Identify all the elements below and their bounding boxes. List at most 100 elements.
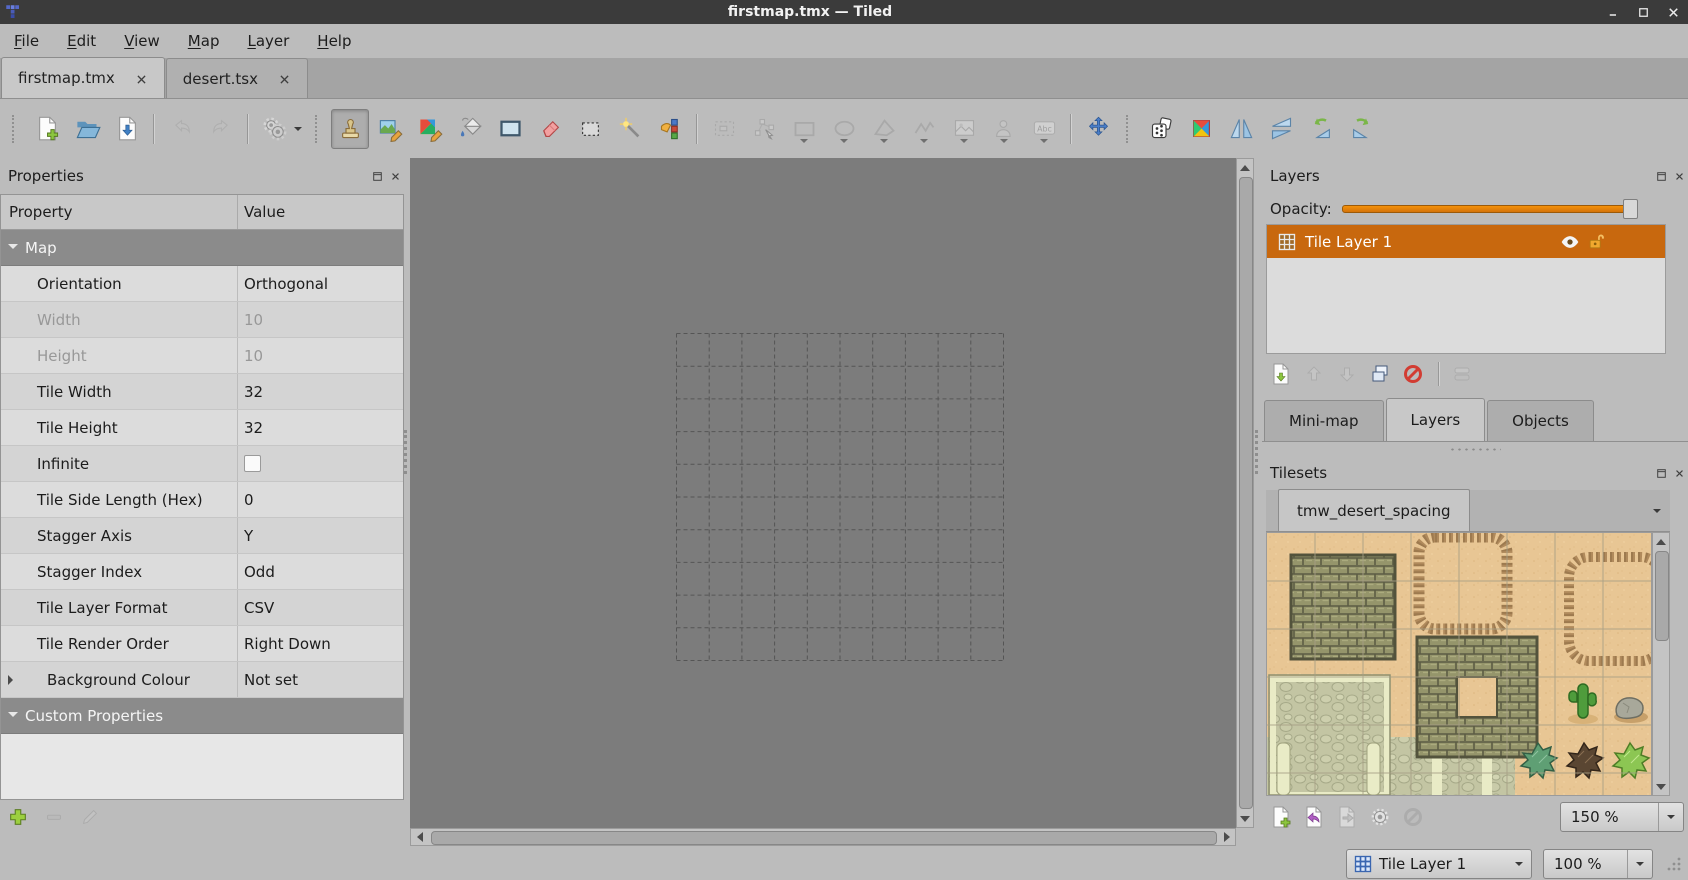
- chevron-down-icon[interactable]: [960, 138, 968, 147]
- embed-tileset-button[interactable]: [1299, 802, 1329, 832]
- layer-lock-icon[interactable]: [1583, 232, 1609, 252]
- property-row-tile-side-length-hex-[interactable]: Tile Side Length (Hex) 0: [1, 482, 403, 518]
- chevron-down-icon[interactable]: [293, 126, 302, 135]
- duplicate-layer-button[interactable]: [1365, 359, 1395, 389]
- chevron-down-icon[interactable]: [840, 138, 848, 147]
- rotate-left-button[interactable]: [1302, 109, 1340, 149]
- insert-tile-button[interactable]: [945, 109, 983, 149]
- tileset-properties-button[interactable]: [1365, 802, 1395, 832]
- toolbar-drag-handle[interactable]: [1126, 114, 1133, 143]
- menu-view[interactable]: View: [110, 24, 174, 58]
- status-zoom-combo[interactable]: 100 %: [1543, 849, 1653, 879]
- menu-map[interactable]: Map: [174, 24, 234, 58]
- magic-wand-button[interactable]: [611, 109, 649, 149]
- close-panel-icon[interactable]: [1670, 167, 1688, 185]
- scroll-up-icon[interactable]: [1653, 533, 1669, 549]
- tileset-vertical-scrollbar[interactable]: [1652, 532, 1670, 796]
- undo-button[interactable]: [162, 109, 200, 149]
- chevron-down-icon[interactable]: [1658, 803, 1683, 831]
- eraser-button[interactable]: [531, 109, 569, 149]
- rectangular-select-button[interactable]: [571, 109, 609, 149]
- select-objects-button[interactable]: [705, 109, 743, 149]
- new-tileset-button[interactable]: [1266, 802, 1296, 832]
- insert-template-button[interactable]: [985, 109, 1023, 149]
- minimize-button[interactable]: [1598, 2, 1628, 22]
- remove-tileset-button[interactable]: [1398, 802, 1428, 832]
- property-row-orientation[interactable]: Orientation Orthogonal: [1, 266, 403, 302]
- property-row-width[interactable]: Width 10: [1, 302, 403, 338]
- tab-close-icon[interactable]: [135, 72, 148, 85]
- chevron-down-icon[interactable]: [920, 138, 928, 147]
- property-row-tile-width[interactable]: Tile Width 32: [1, 374, 403, 410]
- shape-fill-button[interactable]: [491, 109, 529, 149]
- save-file-button[interactable]: [108, 109, 146, 149]
- chevron-down-icon[interactable]: [1040, 138, 1048, 147]
- map-canvas[interactable]: [410, 158, 1236, 828]
- edit-polygons-button[interactable]: [745, 109, 783, 149]
- insert-polygon-button[interactable]: [865, 109, 903, 149]
- dock-splitter-handle[interactable]: [1262, 444, 1688, 454]
- flip-vertical-button[interactable]: [1262, 109, 1300, 149]
- float-panel-icon[interactable]: [368, 167, 386, 185]
- redo-button[interactable]: [202, 109, 240, 149]
- left-dock-splitter[interactable]: [404, 430, 411, 474]
- chevron-down-icon[interactable]: [1507, 850, 1531, 878]
- expand-triangle-icon[interactable]: [8, 674, 18, 685]
- insert-rectangle-button[interactable]: [785, 109, 823, 149]
- property-row-tile-render-order[interactable]: Tile Render Order Right Down: [1, 626, 403, 662]
- execute-command-button[interactable]: [256, 109, 306, 149]
- wang-brush-button[interactable]: [411, 109, 449, 149]
- status-layer-combo[interactable]: Tile Layer 1: [1346, 849, 1532, 879]
- wang-fill-mode-button[interactable]: [1182, 109, 1220, 149]
- menu-layer[interactable]: Layer: [233, 24, 303, 58]
- property-row-height[interactable]: Height 10: [1, 338, 403, 374]
- export-tileset-button[interactable]: [1332, 802, 1362, 832]
- toolbar-drag-handle[interactable]: [12, 114, 19, 143]
- close-panel-icon[interactable]: [1670, 464, 1688, 482]
- property-group-map[interactable]: Map: [1, 230, 403, 266]
- open-file-button[interactable]: [68, 109, 106, 149]
- lower-layer-button[interactable]: [1332, 359, 1362, 389]
- new-map-button[interactable]: [28, 109, 66, 149]
- rotate-right-button[interactable]: [1342, 109, 1380, 149]
- layer-row-tile-layer-1[interactable]: Tile Layer 1: [1267, 225, 1665, 258]
- document-tab-firstmap-tmx[interactable]: firstmap.tmx: [1, 57, 165, 98]
- property-row-infinite[interactable]: Infinite: [1, 446, 403, 482]
- tileset-image[interactable]: [1267, 533, 1651, 795]
- stamp-brush-button[interactable]: [331, 108, 369, 149]
- maximize-button[interactable]: [1628, 2, 1658, 22]
- edit-property-button[interactable]: [76, 803, 104, 831]
- tab-objects[interactable]: Objects: [1487, 400, 1594, 441]
- property-group-custom-properties[interactable]: Custom Properties: [1, 698, 403, 734]
- add-property-button[interactable]: [4, 803, 32, 831]
- infinite-checkbox[interactable]: [244, 455, 261, 472]
- close-panel-icon[interactable]: [386, 167, 404, 185]
- float-panel-icon[interactable]: [1652, 464, 1670, 482]
- canvas-horizontal-scrollbar[interactable]: [410, 828, 1236, 846]
- close-button[interactable]: [1658, 2, 1688, 22]
- menu-help[interactable]: Help: [303, 24, 365, 58]
- property-row-background-colour[interactable]: Background Colour Not set: [1, 662, 403, 698]
- scroll-down-icon[interactable]: [1237, 811, 1253, 827]
- remove-layer-button[interactable]: [1398, 359, 1428, 389]
- menu-edit[interactable]: Edit: [53, 24, 110, 58]
- collapse-triangle-icon[interactable]: [8, 712, 18, 722]
- raise-layer-button[interactable]: [1299, 359, 1329, 389]
- property-row-tile-height[interactable]: Tile Height 32: [1, 410, 403, 446]
- chevron-down-icon[interactable]: [800, 138, 808, 147]
- scrollbar-thumb[interactable]: [431, 831, 1217, 845]
- collapse-triangle-icon[interactable]: [8, 244, 18, 254]
- menu-file[interactable]: File: [0, 24, 53, 58]
- tileset-tab-tmw-desert-spacing[interactable]: tmw_desert_spacing: [1278, 489, 1470, 531]
- resize-grip[interactable]: [1666, 856, 1682, 872]
- toolbar-drag-handle[interactable]: [315, 114, 322, 143]
- terrain-brush-button[interactable]: [371, 109, 409, 149]
- chevron-down-icon[interactable]: [1627, 850, 1652, 878]
- same-tile-select-button[interactable]: [651, 109, 689, 149]
- insert-ellipse-button[interactable]: [825, 109, 863, 149]
- float-panel-icon[interactable]: [1652, 167, 1670, 185]
- tileset-dropdown-icon[interactable]: [1644, 491, 1670, 531]
- new-layer-button[interactable]: [1266, 359, 1296, 389]
- offset-layers-button[interactable]: [1079, 109, 1117, 149]
- scroll-up-icon[interactable]: [1237, 159, 1253, 175]
